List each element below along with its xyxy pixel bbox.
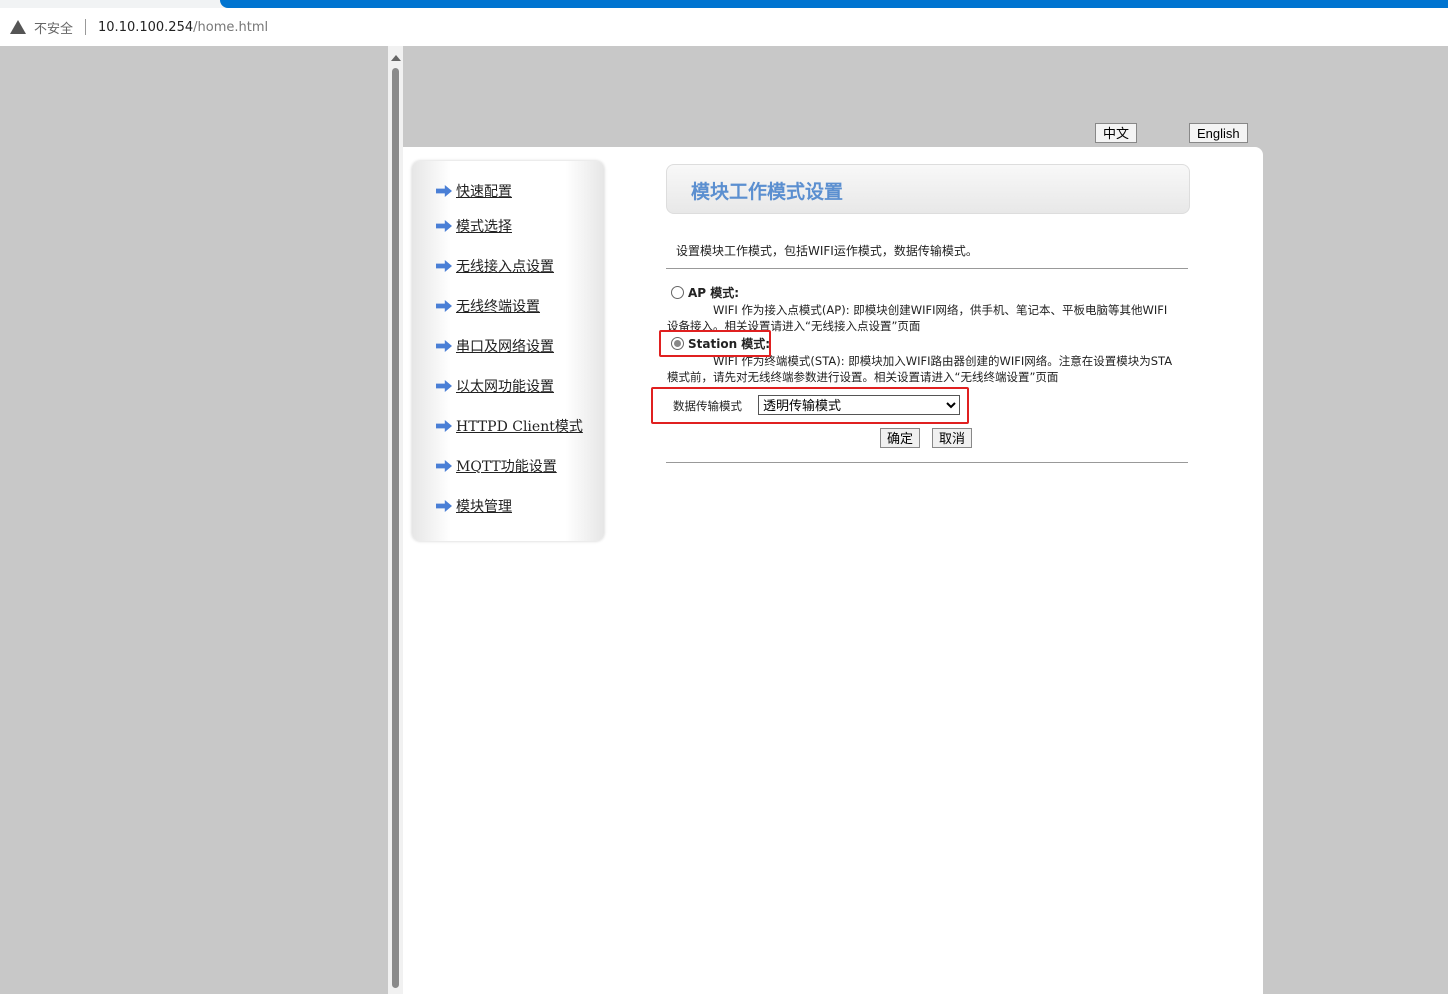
sidebar-item-label: 快速配置 — [456, 184, 512, 200]
arrow-icon — [436, 500, 452, 512]
sidebar-item-mode[interactable]: 模式选择 — [436, 216, 512, 236]
arrow-icon — [436, 340, 452, 352]
arrow-icon — [436, 185, 452, 197]
sidebar-item-label: 无线接入点设置 — [456, 259, 554, 275]
sidebar-item-label: 模块管理 — [456, 499, 512, 515]
address-bar[interactable]: 不安全 10.10.100.254/home.html — [0, 8, 1448, 47]
warning-icon — [10, 20, 26, 34]
station-mode-text-2: 模式前，请先对无线终端参数进行设置。相关设置请进入“无线终端设置”页面 — [667, 370, 1059, 384]
divider — [666, 462, 1188, 463]
scroll-up-icon[interactable] — [391, 55, 401, 61]
ap-mode-label: AP 模式: — [688, 286, 740, 300]
sidebar-item-serial[interactable]: 串口及网络设置 — [436, 336, 554, 356]
page-title: 模块工作模式设置 — [691, 181, 844, 203]
lang-en-button[interactable]: English — [1189, 123, 1248, 143]
sidebar-item-label: HTTPD Client模式 — [456, 419, 583, 435]
arrow-icon — [436, 300, 452, 312]
sidebar-item-label: 以太网功能设置 — [456, 379, 554, 395]
confirm-button[interactable]: 确定 — [880, 428, 921, 448]
cancel-button[interactable]: 取消 — [932, 428, 973, 448]
sidebar-item-label: 无线终端设置 — [456, 299, 540, 315]
page-description: 设置模块工作模式，包括WIFI运作模式，数据传输模式。 — [676, 244, 978, 258]
arrow-icon — [436, 220, 452, 232]
page-title-box: 模块工作模式设置 — [666, 164, 1190, 214]
ap-mode-option[interactable]: AP 模式: — [671, 285, 739, 301]
sidebar-item-label: 串口及网络设置 — [456, 339, 554, 355]
sidebar-item-sta[interactable]: 无线终端设置 — [436, 296, 540, 316]
highlight-box — [659, 330, 771, 357]
sidebar-item-label: 模式选择 — [456, 219, 512, 235]
arrow-icon — [436, 420, 452, 432]
sidebar-item-ap[interactable]: 无线接入点设置 — [436, 256, 554, 276]
ap-mode-radio[interactable] — [671, 286, 684, 299]
sidebar-item-httpd[interactable]: HTTPD Client模式 — [436, 416, 583, 436]
sidebar-item-module[interactable]: 模块管理 — [436, 496, 512, 516]
sidebar-item-label: MQTT功能设置 — [456, 459, 557, 475]
active-tab[interactable] — [220, 0, 1448, 8]
arrow-icon — [436, 380, 452, 392]
sidebar-item-ethernet[interactable]: 以太网功能设置 — [436, 376, 554, 396]
arrow-icon — [436, 460, 452, 472]
arrow-icon — [436, 260, 452, 272]
sidebar-item-quick-config[interactable]: 快速配置 — [436, 181, 512, 201]
security-label[interactable]: 不安全 — [34, 18, 73, 37]
sidebar-item-mqtt[interactable]: MQTT功能设置 — [436, 456, 557, 476]
url-path: /home.html — [193, 19, 269, 35]
divider — [85, 19, 87, 35]
station-mode-text: WIFI 作为终端模式(STA): 即模块加入WIFI路由器创建的WIFI网络。… — [713, 354, 1173, 368]
sidebar: 快速配置 模式选择 无线接入点设置 无线终端设置 串口及网络设置 以太网功能设置… — [412, 161, 604, 541]
lang-zh-button[interactable]: 中文 — [1095, 123, 1138, 143]
divider — [666, 268, 1188, 269]
url-host: 10.10.100.254 — [98, 19, 194, 35]
scrollbar-thumb[interactable] — [392, 68, 399, 988]
left-frame — [0, 46, 388, 994]
ap-mode-text: WIFI 作为接入点模式(AP): 即模块创建WIFI网络，供手机、笔记本、平板… — [713, 303, 1168, 317]
highlight-box — [651, 387, 969, 424]
